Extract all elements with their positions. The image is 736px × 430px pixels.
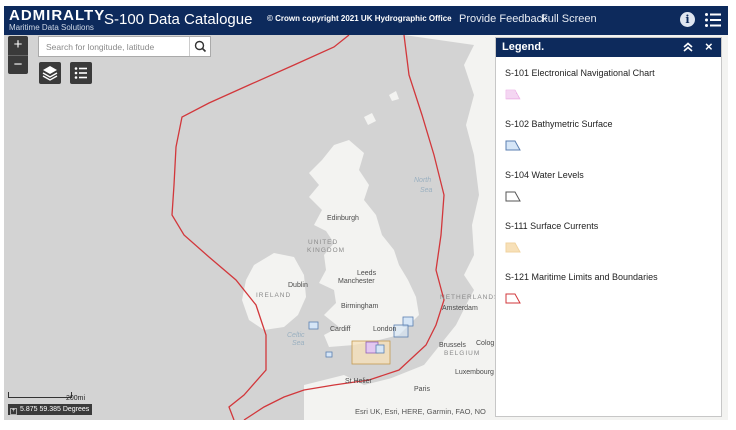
zoom-out-button[interactable]: −	[8, 55, 28, 74]
legend-item-label: S-121 Maritime Limits and Boundaries	[505, 272, 658, 282]
full-screen-link[interactable]: Full Screen	[541, 13, 597, 25]
search-input[interactable]	[39, 37, 189, 56]
legend-panel: Legend. × S-101 Electronical Navigationa…	[495, 37, 722, 417]
map-label-celtic-sea: Sea	[292, 340, 305, 347]
map-label-cologne: Colog	[476, 340, 495, 347]
map-label-netherlands: NETHERLANDS	[440, 294, 500, 301]
app-header: ADMIRALTY Maritime Data Solutions S-100 …	[4, 6, 728, 35]
map-label-kingdom: KINGDOM	[307, 247, 346, 254]
admiralty-logo[interactable]: ADMIRALTY Maritime Data Solutions	[9, 8, 105, 32]
map-label-st-helier: St Helier	[345, 378, 372, 385]
legend-item-label: S-111 Surface Currents	[505, 221, 599, 231]
coordinate-text: 5.875 59.385 Degrees	[20, 406, 90, 413]
legend-list-icon[interactable]	[704, 11, 722, 29]
legend-item-s101: S-101 Electronical Navigational Chart	[505, 68, 655, 103]
scale-label: 200mi	[66, 395, 86, 402]
legend-item-label: S-102 Bathymetric Surface	[505, 119, 613, 129]
collapse-icon[interactable]	[682, 41, 694, 53]
map-label-paris: Paris	[414, 386, 430, 393]
copyright-notice: © Crown copyright 2021 UK Hydrographic O…	[267, 14, 452, 23]
brand-name: ADMIRALTY	[9, 7, 106, 24]
map-label-united: UNITED	[308, 239, 339, 246]
legend-item-s102: S-102 Bathymetric Surface	[505, 119, 613, 154]
map-label-edinburgh: Edinburgh	[327, 215, 359, 222]
search-icon	[194, 40, 207, 53]
info-icon[interactable]: i	[680, 12, 695, 27]
dotted-swatch-icon	[505, 89, 521, 100]
coordinate-readout: +5.875 59.385 Degrees	[8, 404, 93, 415]
layers-button[interactable]	[39, 62, 61, 84]
outline-swatch-icon	[505, 191, 521, 202]
search-button[interactable]	[189, 37, 210, 56]
map-label-celtic: Celtic	[287, 332, 305, 339]
layers-icon	[42, 66, 58, 81]
legend-item-s104: S-104 Water Levels	[505, 170, 584, 205]
map-label-luxembourg: Luxembourg	[455, 369, 494, 376]
brand-subtitle: Maritime Data Solutions	[9, 23, 94, 32]
map-label-north-sea: Sea	[420, 187, 433, 194]
close-icon[interactable]: ×	[705, 39, 713, 54]
map-label-belgium: BELGIUM	[444, 350, 481, 357]
legend-item-s111: S-111 Surface Currents	[505, 221, 598, 256]
provide-feedback-link[interactable]: Provide Feedback	[459, 13, 548, 25]
scale-bar	[8, 392, 72, 398]
map-label-dublin: Dublin	[288, 282, 308, 289]
zoom-in-button[interactable]: +	[8, 36, 28, 55]
map-label-leeds: Leeds	[357, 270, 377, 277]
map-label-birmingham: Birmingham	[341, 303, 379, 310]
tan-swatch-icon	[505, 242, 521, 253]
list-icon	[74, 67, 87, 79]
crosshair-icon[interactable]: +	[10, 408, 17, 415]
map-label-london: London	[373, 326, 397, 333]
legend-item-label: S-104 Water Levels	[505, 170, 584, 180]
legend-header: Legend. ×	[496, 38, 721, 57]
map-label-north: North	[414, 177, 432, 184]
layer-list-button[interactable]	[70, 62, 92, 84]
legend-item-label: S-101 Electronical Navigational Chart	[505, 68, 655, 78]
coordinate-search	[38, 36, 211, 57]
legend-title: Legend.	[502, 41, 545, 53]
map-label-brussels: Brussels	[439, 342, 466, 349]
red-outline-swatch-icon	[505, 293, 521, 304]
app-title: S-100 Data Catalogue	[104, 11, 253, 28]
map-attribution: Esri UK, Esri, HERE, Garmin, FAO, NO	[355, 407, 486, 416]
blue-swatch-icon	[505, 140, 521, 151]
map-label-cardiff: Cardiff	[330, 326, 351, 333]
zoom-control: + −	[8, 36, 28, 74]
map-label-amsterdam: Amsterdam	[442, 305, 478, 312]
map-label-manchester: Manchester	[338, 278, 375, 285]
map-label-ireland: IRELAND	[256, 292, 292, 299]
legend-item-s121: S-121 Maritime Limits and Boundaries	[505, 272, 658, 307]
